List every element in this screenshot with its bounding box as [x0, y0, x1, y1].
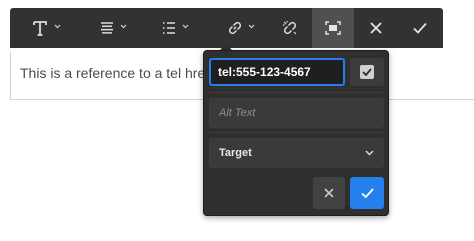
open-in-new-tab-toggle[interactable] — [350, 58, 384, 86]
chevron-down-icon — [54, 24, 61, 29]
chevron-down-icon — [182, 24, 189, 29]
confirm-button[interactable] — [350, 177, 384, 209]
target-select-label: Target — [219, 147, 252, 159]
format-text-button[interactable] — [18, 8, 62, 48]
cancel-button[interactable] — [313, 177, 345, 209]
paragraph-align-button[interactable] — [82, 8, 132, 48]
chevron-down-icon — [365, 150, 374, 156]
editor-text: This is a reference to a tel href — [20, 65, 210, 81]
link-dialog: Target — [203, 50, 389, 216]
done-button[interactable] — [402, 8, 438, 48]
chevron-down-icon — [120, 24, 127, 29]
divider — [209, 92, 384, 93]
check-icon — [360, 188, 374, 198]
fullscreen-button[interactable] — [312, 8, 354, 48]
unlink-button[interactable] — [272, 8, 308, 48]
unlink-icon — [283, 21, 297, 35]
check-icon — [413, 22, 427, 34]
close-icon — [324, 188, 334, 198]
checkmark-icon — [362, 68, 372, 76]
target-select[interactable]: Target — [209, 138, 384, 168]
checkbox[interactable] — [360, 65, 374, 79]
link-icon — [228, 21, 242, 35]
link-href-input[interactable] — [209, 58, 345, 86]
text-format-icon — [33, 20, 47, 36]
rte-toolbar — [10, 8, 443, 48]
list-button[interactable] — [144, 8, 194, 48]
chevron-down-icon — [248, 24, 255, 29]
link-button[interactable] — [210, 8, 260, 48]
divider — [209, 132, 384, 133]
paragraph-align-icon — [101, 22, 113, 34]
close-icon — [370, 22, 382, 34]
list-icon — [163, 22, 175, 34]
close-button[interactable] — [358, 8, 394, 48]
fullscreen-icon — [325, 21, 341, 35]
alt-text-input[interactable] — [209, 98, 384, 128]
